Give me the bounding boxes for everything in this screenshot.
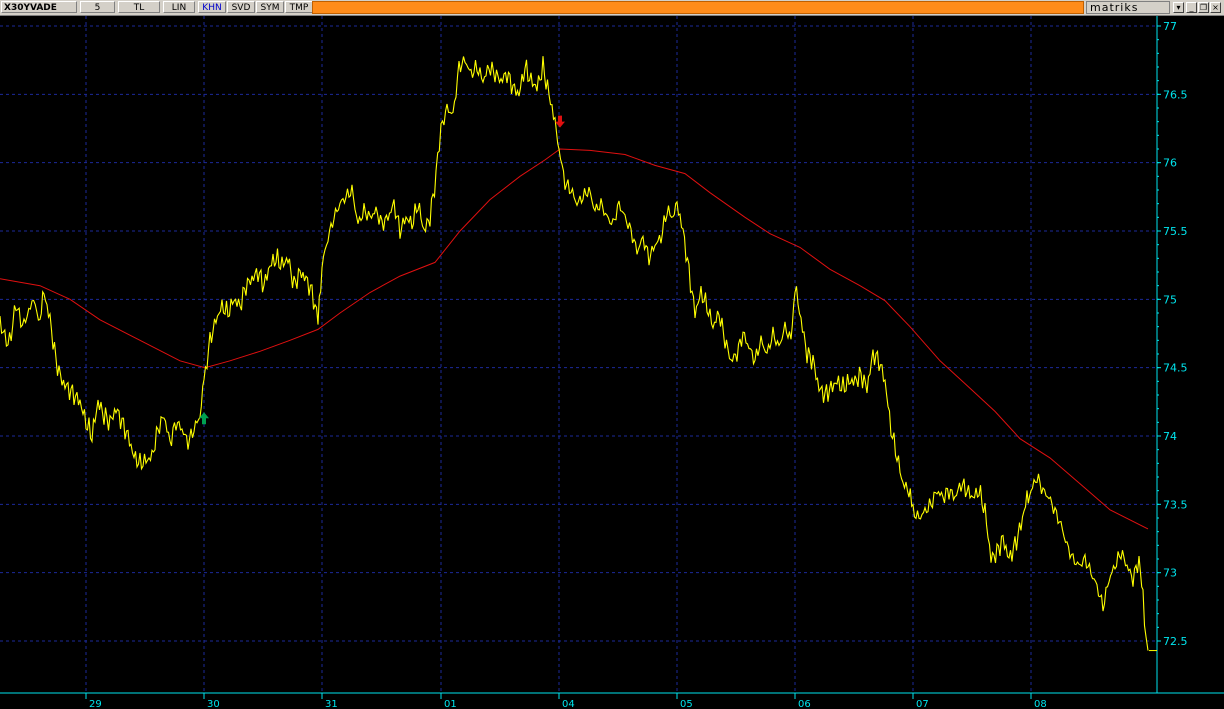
chevron-down-icon[interactable]: ▾ [1173, 2, 1184, 13]
chart-toolbar: X30YVADE 5 TL LIN KHN SVD SYM TMP matrik… [0, 0, 1224, 16]
scale-button[interactable]: LIN [163, 1, 195, 13]
y-tick-label: 75 [1163, 293, 1177, 306]
tmp-button[interactable]: TMP [285, 1, 313, 13]
brand-logo: matriks [1086, 1, 1170, 14]
restore-icon[interactable]: ❐ [1198, 2, 1209, 13]
y-tick-label: 72.5 [1163, 635, 1188, 648]
x-tick-label: 07 [916, 699, 929, 709]
x-tick-label: 08 [1034, 699, 1047, 709]
x-tick-label: 29 [89, 699, 102, 709]
y-tick-label: 75.5 [1163, 225, 1188, 238]
y-tick-label: 74 [1163, 430, 1177, 443]
y-tick-label: 76 [1163, 157, 1177, 170]
x-tick-label: 04 [562, 699, 575, 709]
close-icon[interactable]: × [1210, 2, 1221, 13]
currency-button[interactable]: TL [118, 1, 160, 13]
period-button[interactable]: 5 [80, 1, 115, 13]
y-tick-label: 74.5 [1163, 362, 1188, 375]
khn-button[interactable]: KHN [198, 1, 226, 13]
sym-button[interactable]: SYM [256, 1, 284, 13]
y-tick-label: 76.5 [1163, 88, 1188, 101]
symbol-selector[interactable]: X30YVADE [1, 1, 77, 13]
x-tick-label: 31 [325, 699, 338, 709]
y-tick-label: 73 [1163, 567, 1177, 580]
y-tick-label: 77 [1163, 20, 1177, 33]
x-tick-label: 05 [680, 699, 693, 709]
toolbar-status-bar [312, 1, 1084, 14]
chart-background [0, 16, 1224, 709]
minimize-icon[interactable]: _ [1186, 2, 1197, 13]
price-chart[interactable]: 77 76.5 76 75.5 75 74.5 74 73.5 73 72.5 29 30 31 01 0… [0, 16, 1224, 709]
y-tick-label: 73.5 [1163, 498, 1188, 511]
x-tick-label: 30 [207, 699, 220, 709]
x-tick-label: 06 [798, 699, 811, 709]
x-tick-label: 01 [444, 699, 457, 709]
svd-button[interactable]: SVD [227, 1, 255, 13]
